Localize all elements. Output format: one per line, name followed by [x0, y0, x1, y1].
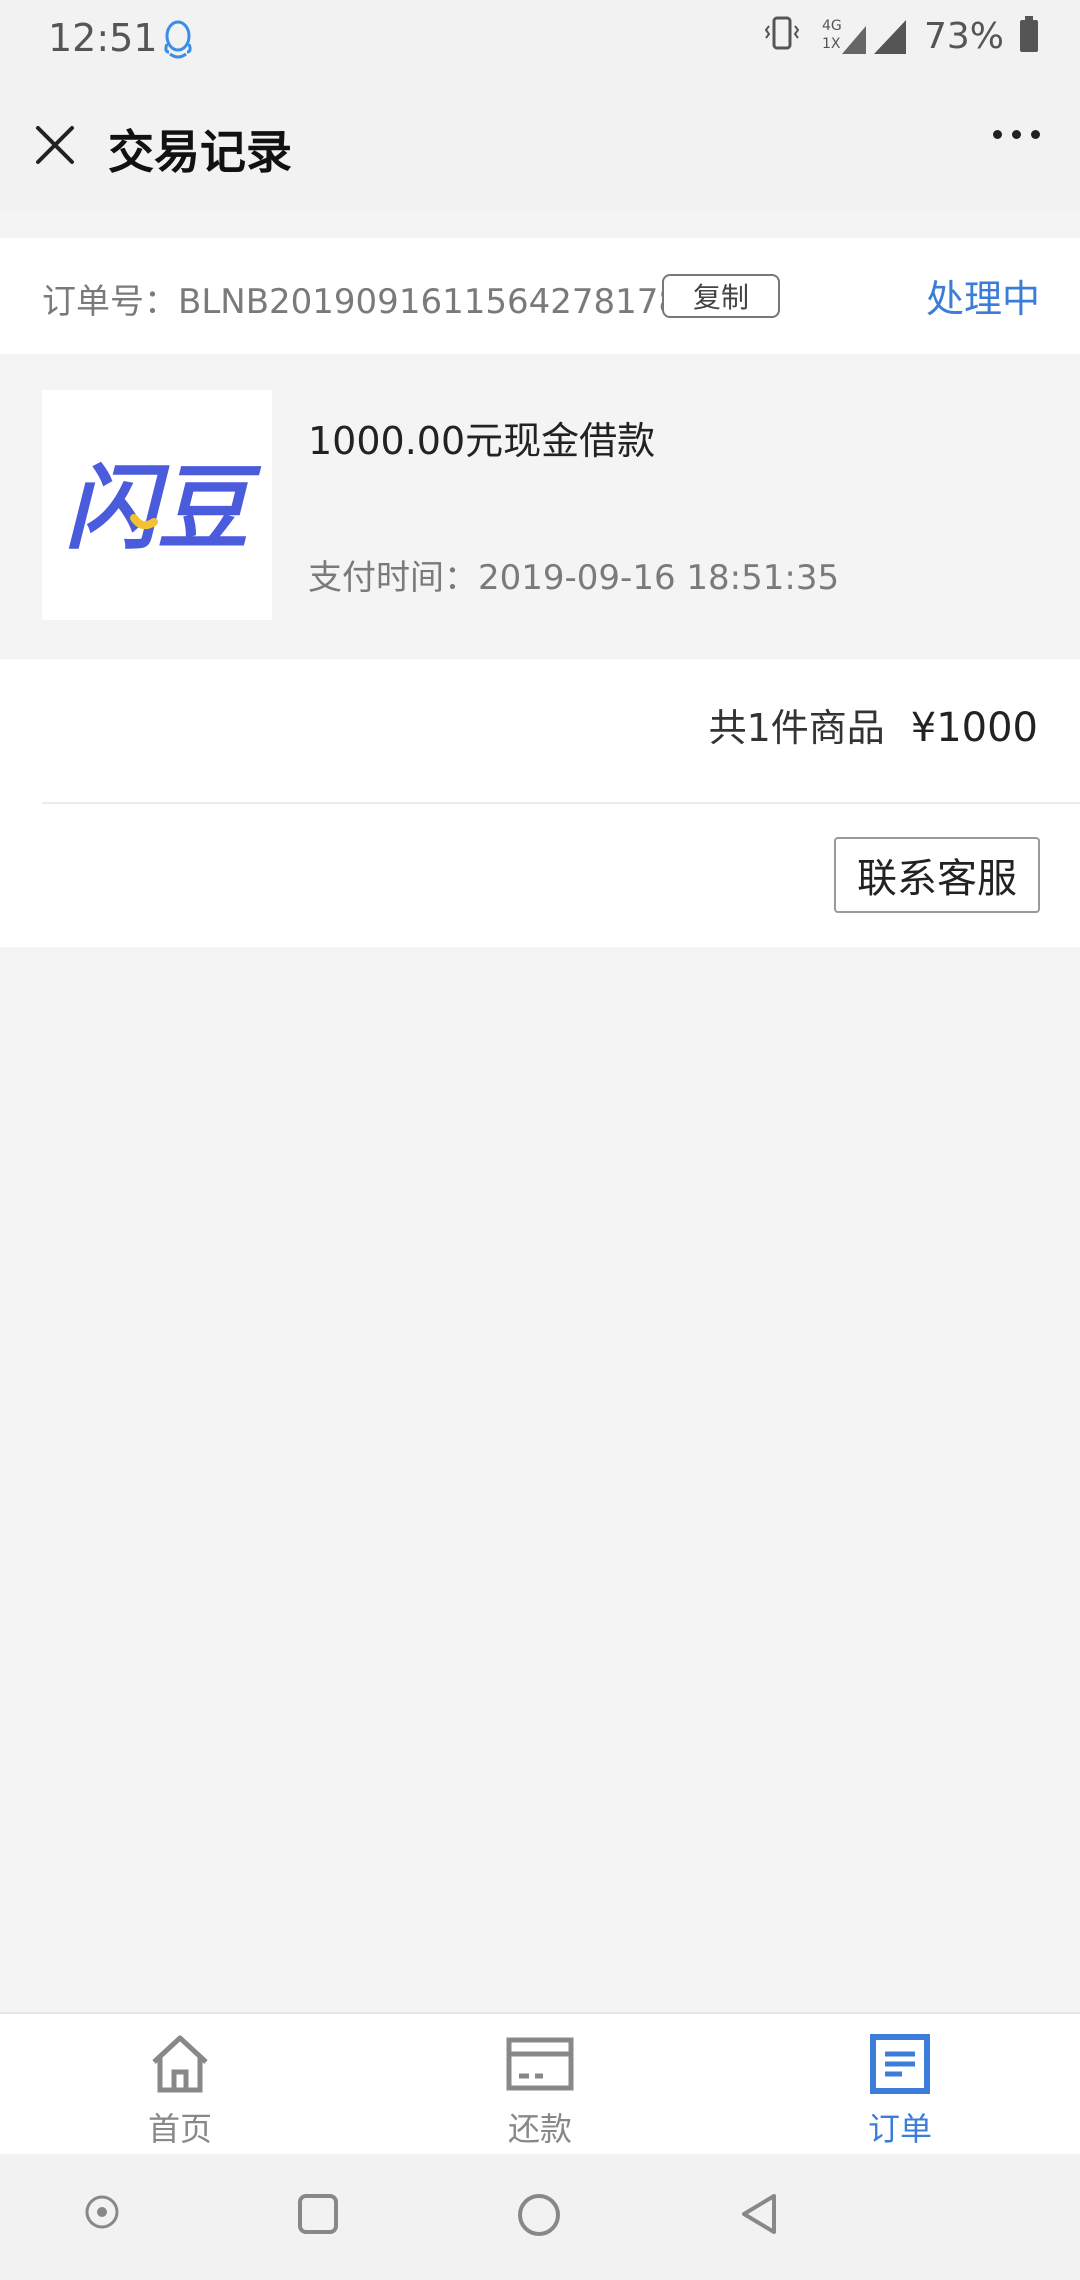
summary-line: 共1件商品 ¥1000 — [709, 697, 1038, 752]
system-nav-bar — [0, 2154, 1080, 2280]
order-total: ¥1000 — [910, 705, 1038, 751]
status-bar: 12:51 4G 1X 73% — [0, 0, 1080, 80]
order-icon — [868, 2032, 932, 2100]
product-name: 1000.00元现金借款 — [308, 419, 656, 463]
tab-home[interactable]: 首页 — [0, 2014, 360, 2154]
tab-bar: 首页 还款 订单 — [0, 2012, 1080, 2154]
more-dot — [1031, 130, 1040, 139]
more-icon[interactable] — [993, 130, 1040, 139]
repay-icon — [505, 2032, 575, 2100]
back-icon[interactable] — [738, 2192, 782, 2240]
item-count: 共1件商品 — [708, 706, 885, 750]
order-status: 处理中 — [925, 277, 1040, 321]
divider — [42, 802, 1080, 804]
tab-label: 首页 — [147, 2110, 212, 2148]
more-dot — [1012, 130, 1021, 139]
title-bar: 交易记录 — [0, 80, 1080, 210]
battery-percent: 73% — [923, 15, 1004, 57]
recents-icon[interactable] — [296, 2192, 340, 2240]
product-block[interactable]: 闪豆 1000.00元现金借款 支付时间：2019-09-16 18:51:35 — [0, 354, 1080, 659]
order-header: 订单号：BLNB20190916115642781​78 复制 处理中 — [0, 238, 1080, 354]
pay-time: 支付时间：2019-09-16 18:51:35 — [308, 558, 840, 598]
assistant-icon[interactable] — [82, 2192, 122, 2236]
status-icons: 4G 1X 73% — [764, 14, 1040, 58]
contact-service-button[interactable]: 联系客服 — [834, 837, 1040, 913]
home-icon — [148, 2032, 212, 2100]
battery-icon — [1018, 14, 1040, 58]
signal-icon: 4G 1X — [814, 16, 910, 56]
close-icon[interactable] — [30, 120, 80, 170]
tab-repay[interactable]: 还款 — [360, 2014, 720, 2154]
home-circle-icon[interactable] — [516, 2192, 562, 2242]
product-logo: 闪豆 — [42, 390, 272, 620]
status-time: 12:51 — [48, 16, 158, 60]
tab-orders[interactable]: 订单 — [720, 2014, 1080, 2154]
vibrate-icon — [764, 14, 800, 58]
summary-block: 共1件商品 ¥1000 联系客服 — [0, 659, 1080, 947]
copy-button[interactable]: 复制 — [662, 274, 780, 318]
qq-icon — [160, 18, 196, 64]
tab-label: 订单 — [867, 2110, 932, 2148]
logo-text: 闪豆 — [65, 455, 262, 562]
page-title: 交易记录 — [108, 125, 292, 179]
more-dot — [993, 130, 1002, 139]
tab-label: 还款 — [507, 2110, 572, 2148]
order-number: 订单号：BLNB20190916115642781​78 — [42, 282, 681, 322]
